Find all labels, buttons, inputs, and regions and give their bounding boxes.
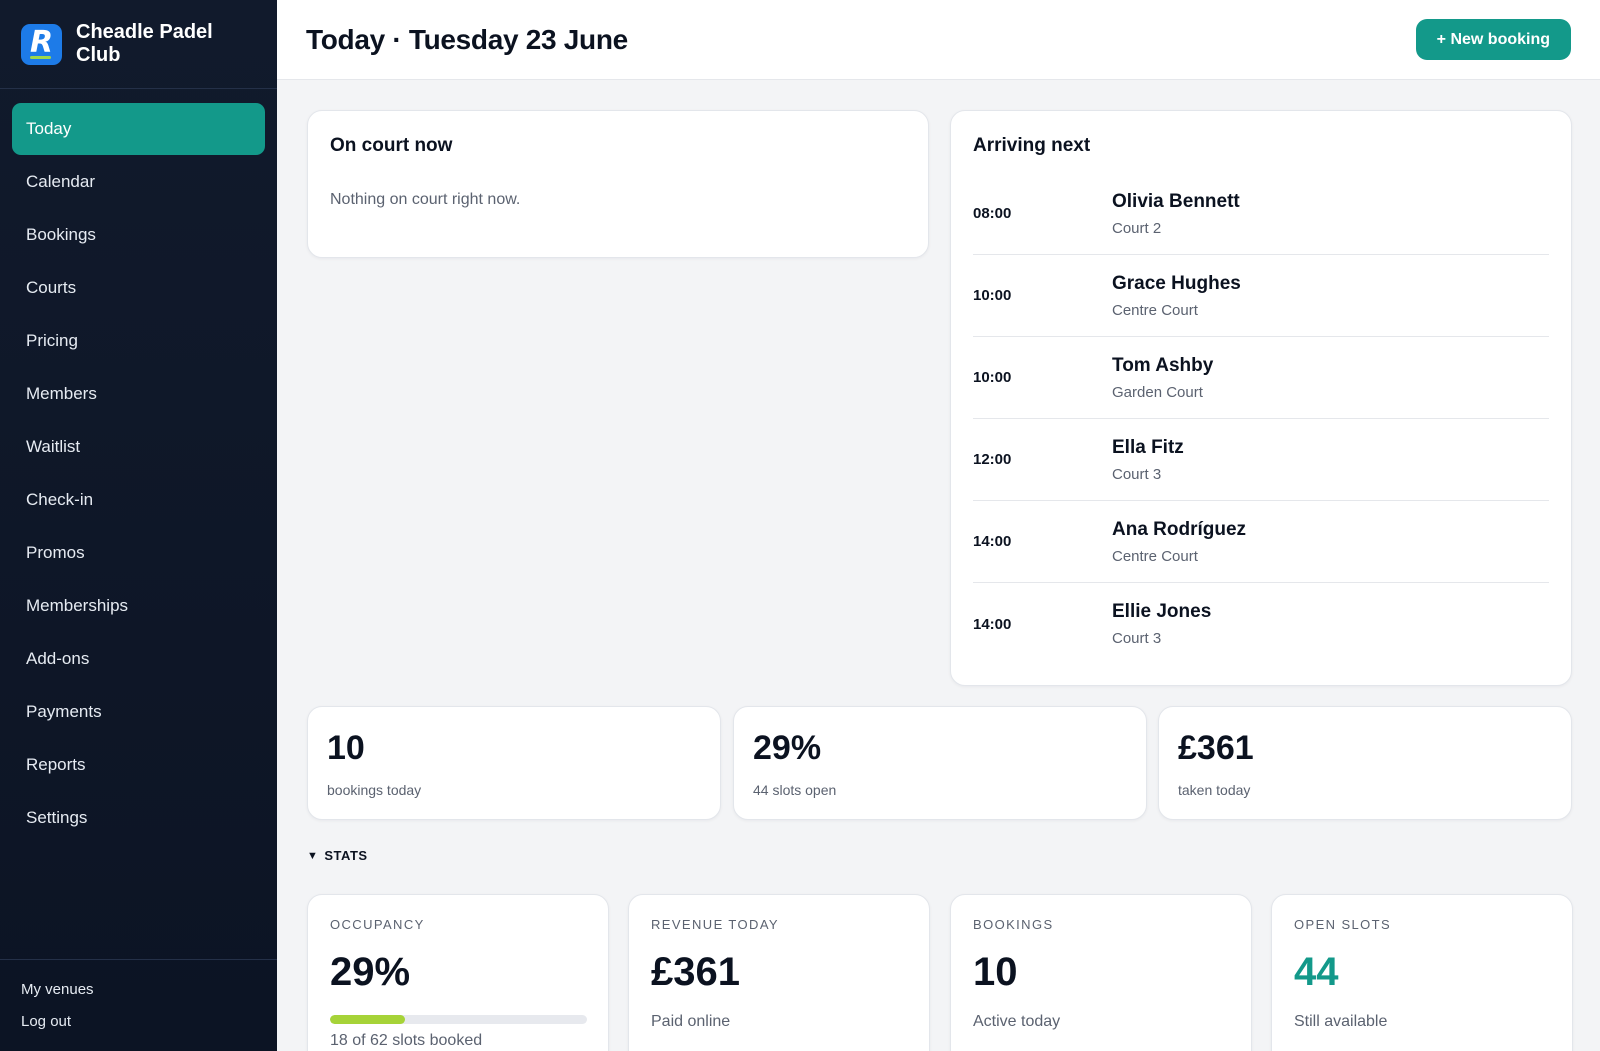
- my-venues-link[interactable]: My venues: [21, 978, 277, 1010]
- arrival-name: Ana Rodríguez: [1112, 518, 1247, 540]
- arrival-time: 10:00: [973, 369, 1012, 386]
- stat-value: 44: [1294, 950, 1339, 994]
- arrival-time: 12:00: [973, 451, 1012, 468]
- stats-toggle[interactable]: ▼ STATS: [307, 848, 368, 863]
- arrival-name: Tom Ashby: [1112, 354, 1214, 376]
- sidebar-item-promos[interactable]: Promos: [12, 527, 265, 579]
- arrival-court: Court 3: [1112, 465, 1162, 483]
- kpi-value: £361: [1178, 729, 1254, 767]
- arrival-row[interactable]: 10:00 Grace Hughes Centre Court: [973, 255, 1549, 337]
- arrival-name: Grace Hughes: [1112, 272, 1241, 294]
- occupancy-progress-bar: [330, 1015, 587, 1024]
- sidebar-footer: My venues Log out: [0, 959, 277, 1051]
- occupancy-progress-fill: [330, 1015, 405, 1024]
- sidebar-item-reports[interactable]: Reports: [12, 739, 265, 791]
- arrival-row[interactable]: 08:00 Olivia Bennett Court 2: [973, 173, 1549, 255]
- stat-label: OCCUPANCY: [330, 917, 425, 932]
- arrival-name: Ellie Jones: [1112, 601, 1212, 622]
- kpi-occupancy: 29% 44 slots open: [733, 706, 1147, 820]
- stat-bookings: BOOKINGS 10 Active today: [950, 894, 1252, 1051]
- arrival-row[interactable]: 14:00 Ellie Jones Court 3: [973, 583, 1549, 665]
- stat-occupancy: OCCUPANCY 29% 18 of 62 slots booked: [307, 894, 609, 1051]
- stat-sub: Still available: [1294, 1013, 1388, 1030]
- arrival-court: Court 2: [1112, 219, 1162, 237]
- kpi-label: 44 slots open: [753, 782, 837, 798]
- sidebar-item-courts[interactable]: Courts: [12, 262, 265, 314]
- stat-value: 29%: [330, 950, 411, 994]
- stat-value: 10: [973, 950, 1018, 994]
- page-header: Today · Tuesday 23 June + New booking: [277, 0, 1600, 80]
- arrival-time: 14:00: [973, 533, 1012, 550]
- arrival-name: Ella Fitz: [1112, 436, 1184, 458]
- arrival-time: 10:00: [973, 287, 1012, 304]
- brand[interactable]: R Cheadle Padel Club: [0, 0, 277, 89]
- sidebar-item-memberships[interactable]: Memberships: [12, 580, 265, 632]
- stat-sub: Paid online: [651, 1013, 731, 1030]
- arrivals-list: 08:00 Olivia Bennett Court 2 10:00 Grace…: [973, 173, 1549, 665]
- stat-sub: Active today: [973, 1013, 1061, 1030]
- kpi-value: 10: [327, 729, 365, 767]
- stat-label: REVENUE TODAY: [651, 917, 780, 932]
- club-logo-icon: R: [21, 23, 62, 65]
- sidebar-item-check-in[interactable]: Check-in: [12, 474, 265, 526]
- stat-open-slots: OPEN SLOTS 44 Still available: [1271, 894, 1573, 1051]
- sidebar-item-pricing[interactable]: Pricing: [12, 315, 265, 367]
- stat-value: £361: [651, 950, 740, 994]
- new-booking-button[interactable]: + New booking: [1415, 19, 1571, 60]
- stat-sub: 18 of 62 slots booked: [330, 1032, 483, 1049]
- stat-revenue-today: REVENUE TODAY £361 Paid online: [628, 894, 930, 1051]
- sidebar: R Cheadle Padel Club Today Calendar Book…: [0, 0, 277, 1051]
- arrival-court: Centre Court: [1112, 547, 1198, 565]
- arrival-time: 08:00: [973, 205, 1012, 222]
- sidebar-item-calendar[interactable]: Calendar: [12, 156, 265, 208]
- sidebar-item-members[interactable]: Members: [12, 368, 265, 420]
- sidebar-item-bookings[interactable]: Bookings: [12, 209, 265, 261]
- club-name: Cheadle Padel Club: [76, 21, 213, 66]
- arrival-name: Olivia Bennett: [1112, 190, 1240, 212]
- sidebar-item-waitlist[interactable]: Waitlist: [12, 421, 265, 473]
- kpi-label: bookings today: [327, 782, 422, 798]
- arrival-court: Court 3: [1112, 630, 1162, 647]
- caret-down-icon: ▼: [307, 849, 319, 862]
- arriving-next-card: Arriving next 08:00 Olivia Bennett Court…: [950, 110, 1572, 686]
- log-out-link[interactable]: Log out: [21, 1010, 277, 1042]
- kpi-taken-today: £361 taken today: [1158, 706, 1572, 820]
- on-court-empty-message: Nothing on court right now.: [330, 191, 521, 208]
- arrival-time: 14:00: [973, 615, 1012, 633]
- arrival-row[interactable]: 14:00 Ana Rodríguez Centre Court: [973, 501, 1549, 583]
- sidebar-item-add-ons[interactable]: Add-ons: [12, 633, 265, 685]
- stat-label: BOOKINGS: [973, 917, 1054, 932]
- page-title: Today · Tuesday 23 June: [306, 23, 628, 55]
- on-court-card: On court now Nothing on court right now.: [307, 110, 929, 258]
- sidebar-nav: Today Calendar Bookings Courts Pricing M…: [0, 89, 277, 844]
- sidebar-item-payments[interactable]: Payments: [12, 686, 265, 738]
- sidebar-item-today[interactable]: Today: [12, 103, 265, 155]
- arriving-next-title: Arriving next: [973, 135, 1091, 156]
- kpi-label: taken today: [1178, 782, 1251, 798]
- stat-label: OPEN SLOTS: [1294, 917, 1392, 932]
- arrival-court: Garden Court: [1112, 383, 1203, 401]
- sidebar-item-settings[interactable]: Settings: [12, 792, 265, 844]
- kpi-value: 29%: [753, 729, 822, 767]
- arrival-row[interactable]: 10:00 Tom Ashby Garden Court: [973, 337, 1549, 419]
- arrival-court: Centre Court: [1112, 301, 1198, 319]
- on-court-title: On court now: [330, 135, 453, 156]
- stats-toggle-label: STATS: [324, 848, 368, 863]
- arrival-row[interactable]: 12:00 Ella Fitz Court 3: [973, 419, 1549, 501]
- kpi-bookings-today: 10 bookings today: [307, 706, 721, 820]
